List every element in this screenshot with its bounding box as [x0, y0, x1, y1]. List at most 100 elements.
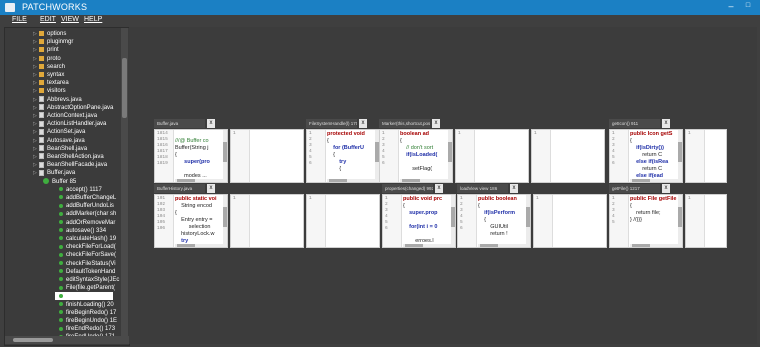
tree-item[interactable]: ▷ search — [33, 63, 65, 71]
tree-item[interactable]: ▷ Buffer.java — [33, 169, 75, 177]
patch-tab[interactable]: FileSystemHandle(l) 1703 — [306, 119, 357, 128]
code-text[interactable]: public boolean{ if(isPerform { GUIUtil r… — [478, 196, 530, 238]
patch-horizontal-scrollbar[interactable] — [403, 244, 451, 247]
patch-horizontal-scrollbar[interactable] — [400, 179, 448, 182]
tree-item[interactable]: ▷ BeanShellFacade.java — [33, 161, 107, 169]
tree-item[interactable]: calculateHash() 19 — [59, 235, 116, 243]
tree-item[interactable]: checkFileForSave( — [59, 251, 116, 259]
tree-horizontal-scrollbar[interactable] — [5, 336, 129, 344]
project-tree[interactable]: ▷ options ▷ pluginmgr ▷ print ▷ proto ▷ search ▷ sy… — [4, 27, 130, 346]
tree-vertical-scrollbar[interactable] — [121, 28, 128, 336]
patch-tab[interactable]: properties(changed) 992 — [382, 184, 433, 193]
tree-item[interactable]: ▷ BeanShell.java — [33, 145, 87, 153]
patch-editor[interactable]: 1 — [306, 194, 380, 248]
code-text[interactable]: public Icon getS{ if(isDirty()) return C… — [630, 131, 682, 180]
scroll-thumb[interactable] — [122, 58, 127, 118]
close-icon[interactable]: x — [435, 184, 443, 193]
code-text[interactable]: ///@ Buffer co Buffer(String j{ super(pro… — [175, 131, 227, 180]
code-text[interactable]: boolean ad{ // don't sort if(isLoaded( s… — [400, 131, 452, 173]
patch-vertical-scrollbar[interactable] — [526, 195, 530, 247]
patch-tab[interactable]: BufferHistory.java — [154, 184, 205, 193]
tree-item[interactable] — [55, 292, 113, 301]
tree-item[interactable]: DefaultTokenHand — [59, 268, 115, 276]
patch-editor[interactable]: 1814 1815 1816 1817 1818 1819 ///@ Buffer co B… — [154, 129, 228, 183]
patch-editor[interactable]: 1 2 3 4 5 6 boolean ad{ // don't sort if(isLoa… — [379, 129, 453, 183]
tree-item[interactable]: ▷ print — [33, 46, 59, 54]
tree-item[interactable]: addMarker(char sh — [59, 210, 116, 218]
code-text[interactable]: public File getFile{ return file;} //}}} — [630, 196, 682, 231]
scroll-thumb[interactable] — [13, 338, 53, 342]
patch-horizontal-scrollbar[interactable] — [175, 244, 223, 247]
code-text[interactable]: public void prc{ super.prop for(int i = … — [403, 196, 455, 245]
tree-item[interactable]: autosave() 334 — [59, 227, 106, 235]
tree-item[interactable]: ▷ textarea — [33, 79, 69, 87]
code-text[interactable]: protected void{ for (BufferU { try { — [327, 131, 379, 173]
patch-editor[interactable]: 1 2 3 4 5 6 public boolean{ if(isPerform { GUI… — [457, 194, 531, 248]
patch-editor[interactable]: 1 2 3 4 5 6 public void prc{ super.prop for(in… — [382, 194, 456, 248]
close-icon[interactable]: x — [662, 119, 670, 128]
patch-editor[interactable]: 1 — [531, 129, 605, 183]
tree-item[interactable]: ▷ ActionContext.java — [33, 112, 97, 120]
tree-item[interactable]: ▷ proto — [33, 55, 61, 63]
patch-tab[interactable]: Buffer.java — [154, 119, 205, 128]
patch-horizontal-scrollbar[interactable] — [327, 179, 375, 182]
patch-vertical-scrollbar[interactable] — [451, 195, 455, 247]
tree-item[interactable]: ▷ Autosave.java — [33, 137, 85, 145]
patch-editor[interactable]: 1 — [455, 129, 529, 183]
patch-vertical-scrollbar[interactable] — [223, 195, 227, 247]
patch-editor[interactable]: 1 2 3 4 5 6 public Icon getS{ if(isDirty()) re… — [609, 129, 683, 183]
tree-item[interactable]: Buffer 85 — [43, 178, 76, 186]
patch-editor[interactable]: 1 — [230, 129, 304, 183]
minimize-button[interactable]: – — [724, 1, 738, 11]
patch-canvas[interactable]: Buffer.java x 1814 1815 1816 1817 1818 1819 ///… — [129, 27, 757, 344]
tree-item[interactable]: addBufferUndoLis — [59, 202, 114, 210]
patch-editor[interactable]: 1 — [685, 129, 727, 183]
tree-item[interactable]: finishLoading() 20 — [59, 301, 114, 309]
patch-horizontal-scrollbar[interactable] — [175, 179, 223, 182]
patch-tab[interactable]: loadView view 186 — [457, 184, 508, 193]
tree-item[interactable]: ▷ BeanShellAction.java — [33, 153, 104, 161]
tree-item[interactable]: ▷ visitors — [33, 87, 66, 95]
patch-horizontal-scrollbar[interactable] — [630, 244, 678, 247]
tree-item[interactable]: ▷ ActionSet.java — [33, 128, 85, 136]
close-icon[interactable]: x — [510, 184, 518, 193]
patch-tab[interactable]: Marker(this,shortcut,pos) 1998 — [379, 119, 430, 128]
tree-item[interactable]: ▷ AbstractOptionPane.java — [33, 104, 113, 112]
tree-item[interactable]: accept() 1117 — [59, 186, 102, 194]
menu-file[interactable]: FILE — [12, 16, 27, 23]
patch-editor[interactable]: 1 2 3 4 5 public File getFile{ return file;} … — [609, 194, 683, 248]
tree-item[interactable]: ▷ pluginmgr — [33, 38, 73, 46]
tree-item[interactable]: fireBeginRedo() 17 — [59, 309, 116, 317]
tree-item[interactable]: fireEndRedo() 173 — [59, 325, 115, 333]
close-icon[interactable]: x — [432, 119, 440, 128]
close-icon[interactable]: x — [207, 119, 215, 128]
tree-item[interactable]: checkFileForLoad( — [59, 243, 116, 251]
code-text[interactable]: public static voi String encod{ Entry en… — [175, 196, 227, 245]
patch-editor[interactable]: 101 102 103 104 105 106 public static voi Stri… — [154, 194, 228, 248]
tree-item[interactable]: ▷ ActionListHandler.java — [33, 120, 106, 128]
menu-help[interactable]: HELP — [84, 16, 102, 23]
tree-item[interactable]: ▷ Abbrevs.java — [33, 96, 82, 104]
tree-item[interactable]: editSyntaxStyle(JEc — [59, 276, 119, 284]
tree-item[interactable]: ▷ syntax — [33, 71, 64, 79]
tree-item[interactable]: checkFileStatus(Vi — [59, 260, 116, 268]
patch-vertical-scrollbar[interactable] — [223, 130, 227, 182]
close-icon[interactable]: x — [359, 119, 367, 128]
patch-editor[interactable]: 1 — [533, 194, 607, 248]
close-icon[interactable]: x — [662, 184, 670, 193]
patch-vertical-scrollbar[interactable] — [678, 130, 682, 182]
menu-edit[interactable]: EDIT — [40, 16, 56, 23]
patch-horizontal-scrollbar[interactable] — [478, 244, 526, 247]
patch-vertical-scrollbar[interactable] — [448, 130, 452, 182]
patch-editor[interactable]: 1 — [230, 194, 304, 248]
close-icon[interactable]: x — [207, 184, 215, 193]
tree-item[interactable]: ▷ options — [33, 30, 66, 38]
tree-item[interactable]: fireBeginUndo() 1E — [59, 317, 117, 325]
patch-tab[interactable]: getFile() 1217 — [609, 184, 660, 193]
maximize-button[interactable]: □ — [741, 2, 755, 9]
patch-vertical-scrollbar[interactable] — [678, 195, 682, 247]
patch-horizontal-scrollbar[interactable] — [630, 179, 678, 182]
patch-editor[interactable]: 1 2 3 4 5 6 protected void{ for (BufferU { try… — [306, 129, 380, 183]
tree-item[interactable]: addOrRemoveMar — [59, 219, 115, 227]
menu-view[interactable]: VIEW — [61, 16, 79, 23]
